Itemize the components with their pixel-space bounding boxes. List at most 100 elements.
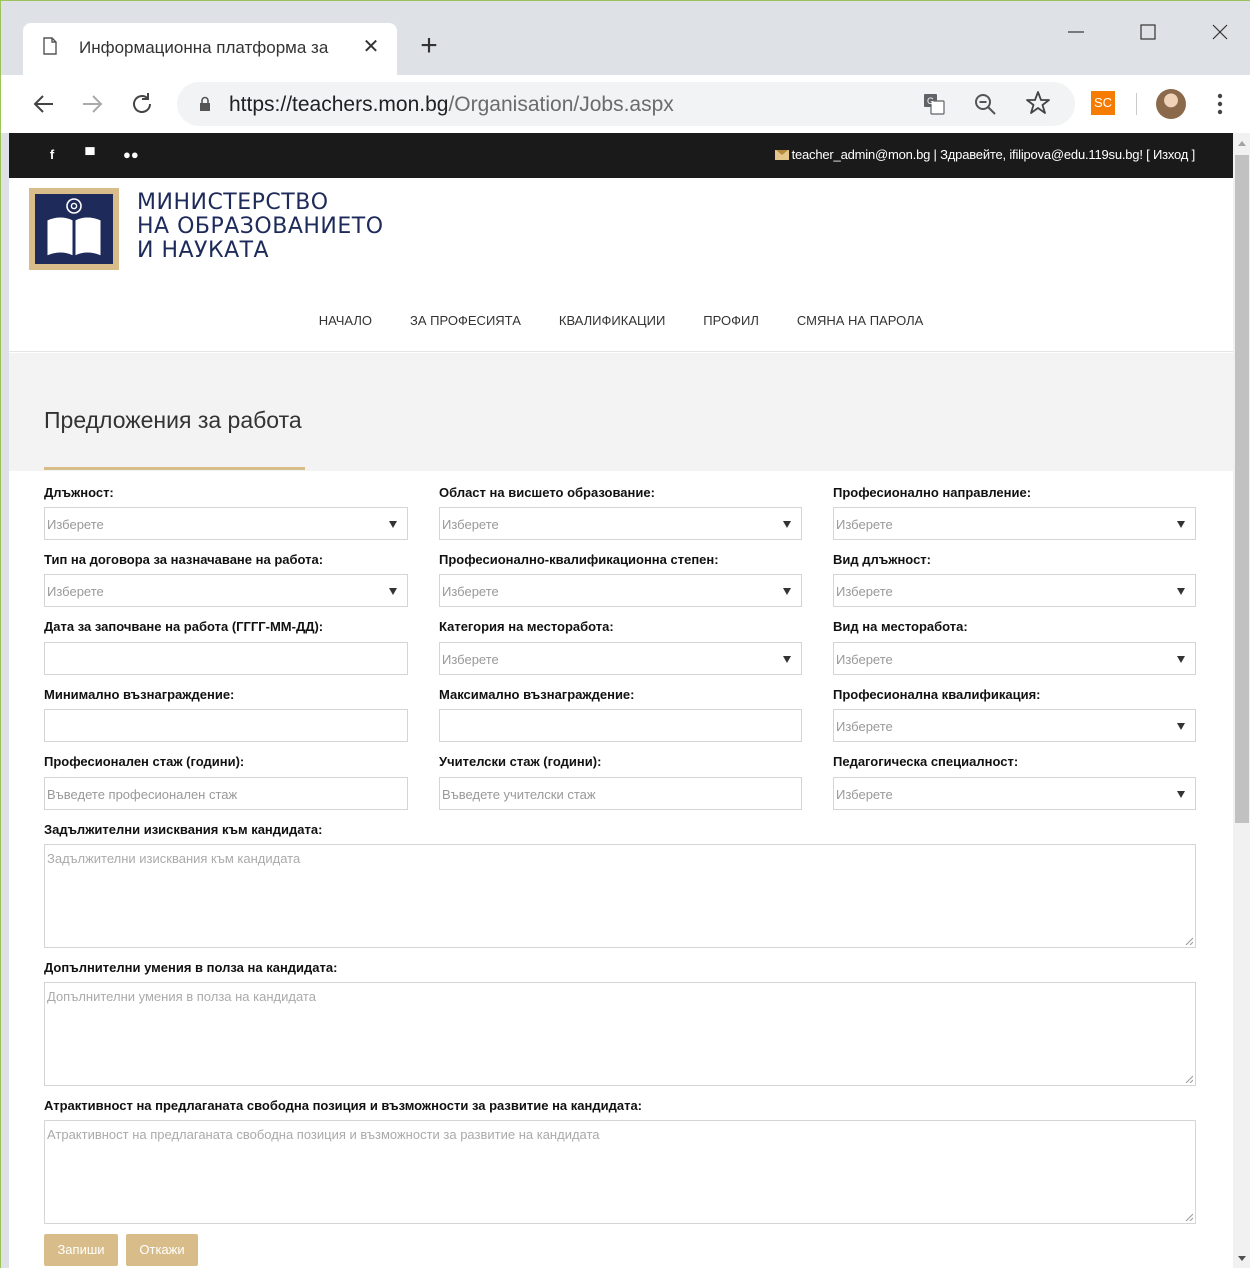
min-salary-input[interactable] — [44, 709, 408, 742]
teach-experience-label: Учителски стаж (години): — [439, 754, 602, 769]
logo-line-3: И НАУКАТА — [137, 238, 270, 263]
position-type-select[interactable]: Изберете — [833, 574, 1196, 607]
browser-tab[interactable]: Информационна платформа за ✕ — [23, 23, 397, 75]
higher-ed-area-select[interactable]: Изберете — [439, 507, 802, 540]
contract-type-select[interactable]: Изберете — [44, 574, 408, 607]
mandatory-req-textarea[interactable]: Задължителни изисквания към кандидата — [44, 844, 1196, 948]
zoom-out-icon[interactable] — [973, 92, 997, 116]
page-viewport: f ▀ ●● teacher_admin@mon.bg | Здравейте,… — [9, 133, 1233, 1268]
translate-icon[interactable]: G — [923, 93, 945, 115]
workplace-category-select[interactable]: Изберете — [439, 642, 802, 675]
bookmark-star-icon[interactable] — [1025, 90, 1051, 116]
window-close-icon[interactable] — [1205, 17, 1235, 47]
select-value: Изберете — [442, 517, 499, 532]
new-tab-icon[interactable]: + — [415, 31, 443, 61]
scroll-up-icon[interactable] — [1238, 141, 1246, 146]
youtube-icon[interactable]: ▀ — [83, 147, 97, 163]
save-button[interactable]: Запиши — [44, 1234, 118, 1266]
resize-grip-icon[interactable] — [1185, 1213, 1193, 1221]
prof-experience-input[interactable]: Въведете професионален стаж — [44, 777, 408, 810]
select-value: Изберете — [47, 517, 104, 532]
back-icon[interactable] — [31, 91, 57, 117]
nav-item-change-password[interactable]: СМЯНА НА ПАРОЛА — [797, 313, 923, 328]
site-top-bar: f ▀ ●● teacher_admin@mon.bg | Здравейте,… — [9, 133, 1233, 178]
qual-degree-select[interactable]: Изберете — [439, 574, 802, 607]
select-value: Изберете — [442, 584, 499, 599]
lock-icon — [200, 96, 210, 111]
prof-direction-select[interactable]: Изберете — [833, 507, 1196, 540]
min-salary-label: Минимално възнаграждение: — [44, 687, 235, 702]
max-salary-input[interactable] — [439, 709, 802, 742]
tab-title: Информационна платформа за — [79, 38, 363, 58]
flickr-icon[interactable]: ●● — [123, 147, 139, 163]
kebab-menu-icon[interactable] — [1213, 91, 1227, 117]
additional-skills-textarea[interactable]: Допълнителни умения в полза на кандидата — [44, 982, 1196, 1086]
prof-qualification-select[interactable]: Изберете — [833, 709, 1196, 742]
nav-item-profile[interactable]: ПРОФИЛ — [703, 313, 759, 328]
facebook-icon[interactable]: f — [45, 147, 59, 163]
profile-avatar[interactable] — [1156, 89, 1186, 119]
nav-item-home[interactable]: НАЧАЛО — [319, 313, 372, 328]
page-icon — [43, 37, 57, 55]
user-status-text[interactable]: teacher_admin@mon.bg | Здравейте, ifilip… — [792, 147, 1196, 162]
close-icon[interactable]: ✕ — [361, 37, 381, 57]
dropdown-arrow-icon — [1177, 656, 1185, 663]
reload-icon[interactable] — [129, 91, 155, 117]
textarea-placeholder: Атрактивност на предлаганата свободна по… — [47, 1127, 600, 1142]
dropdown-arrow-icon — [783, 588, 791, 595]
dropdown-arrow-icon — [1177, 588, 1185, 595]
ministry-name[interactable]: МИНИСТЕРСТВО НА ОБРАЗОВАНИЕТО И НАУКАТА — [137, 191, 384, 263]
select-value: Изберете — [836, 584, 893, 599]
higher-ed-area-label: Област на висшето образование: — [439, 485, 655, 500]
address-bar[interactable]: https://teachers.mon.bg/Organisation/Job… — [177, 82, 1075, 126]
position-select[interactable]: Изберете — [44, 507, 408, 540]
url-path: /Organisation/Jobs.aspx — [448, 93, 674, 116]
logo-line-2: НА ОБРАЗОВАНИЕТО — [137, 214, 384, 239]
main-nav: НАЧАЛО ЗА ПРОФЕСИЯТА КВАЛИФИКАЦИИ ПРОФИЛ… — [9, 313, 1233, 328]
logo-line-1: МИНИСТЕРСТВО — [137, 190, 329, 215]
select-value: Изберете — [836, 517, 893, 532]
extension-icon[interactable]: SC — [1091, 91, 1115, 115]
maximize-icon[interactable] — [1133, 17, 1163, 47]
position-label: Длъжност: — [44, 485, 114, 500]
resize-grip-icon[interactable] — [1185, 937, 1193, 945]
prof-direction-label: Професионално направление: — [833, 485, 1032, 500]
workplace-type-label: Вид на месторабота: — [833, 619, 968, 634]
cancel-button[interactable]: Откажи — [126, 1234, 198, 1266]
url-host: https://teachers.mon.bg — [229, 93, 449, 116]
dropdown-arrow-icon — [389, 521, 397, 528]
forward-icon[interactable] — [79, 91, 105, 117]
input-placeholder: Въведете професионален стаж — [47, 787, 238, 802]
nav-item-qualifications[interactable]: КВАЛИФИКАЦИИ — [559, 313, 665, 328]
toolbar-divider — [1136, 93, 1137, 115]
user-status[interactable]: teacher_admin@mon.bg | Здравейте, ifilip… — [774, 147, 1196, 162]
ped-specialty-label: Педагогическа специалност: — [833, 754, 1019, 769]
mail-icon — [774, 150, 789, 160]
teach-experience-input[interactable]: Въведете учителски стаж — [439, 777, 802, 810]
minimize-icon[interactable] — [1061, 17, 1091, 47]
prof-experience-label: Професионален стаж (години): — [44, 754, 245, 769]
ped-specialty-select[interactable]: Изберете — [833, 777, 1196, 810]
page-scrollbar[interactable] — [1233, 133, 1250, 1268]
browser-toolbar: https://teachers.mon.bg/Organisation/Job… — [1, 75, 1250, 133]
scrollbar-thumb[interactable] — [1235, 155, 1249, 823]
start-date-input[interactable] — [44, 642, 408, 675]
scroll-down-icon[interactable] — [1238, 1256, 1246, 1261]
textarea-placeholder: Допълнителни умения в полза на кандидата — [47, 989, 316, 1004]
workplace-type-select[interactable]: Изберете — [833, 642, 1196, 675]
max-salary-label: Максимално възнаграждение: — [439, 687, 635, 702]
select-value: Изберете — [442, 652, 499, 667]
dropdown-arrow-icon — [1177, 521, 1185, 528]
start-date-label: Дата за започване на работа (ГГГГ-ММ-ДД)… — [44, 619, 324, 634]
nav-item-profession[interactable]: ЗА ПРОФЕСИЯТА — [410, 313, 521, 328]
select-value: Изберете — [836, 787, 893, 802]
attractiveness-textarea[interactable]: Атрактивност на предлаганата свободна по… — [44, 1120, 1196, 1224]
contract-type-label: Тип на договора за назначаване на работа… — [44, 552, 324, 567]
resize-grip-icon[interactable] — [1185, 1075, 1193, 1083]
page-title: Предложения за работа — [44, 407, 302, 433]
attractiveness-label: Атрактивност на предлаганата свободна по… — [44, 1098, 643, 1113]
ministry-logo-icon[interactable] — [29, 188, 119, 270]
textarea-placeholder: Задължителни изисквания към кандидата — [47, 851, 301, 866]
workplace-category-label: Категория на месторабота: — [439, 619, 614, 634]
tab-strip: Информационна платформа за ✕ + — [1, 1, 1250, 75]
